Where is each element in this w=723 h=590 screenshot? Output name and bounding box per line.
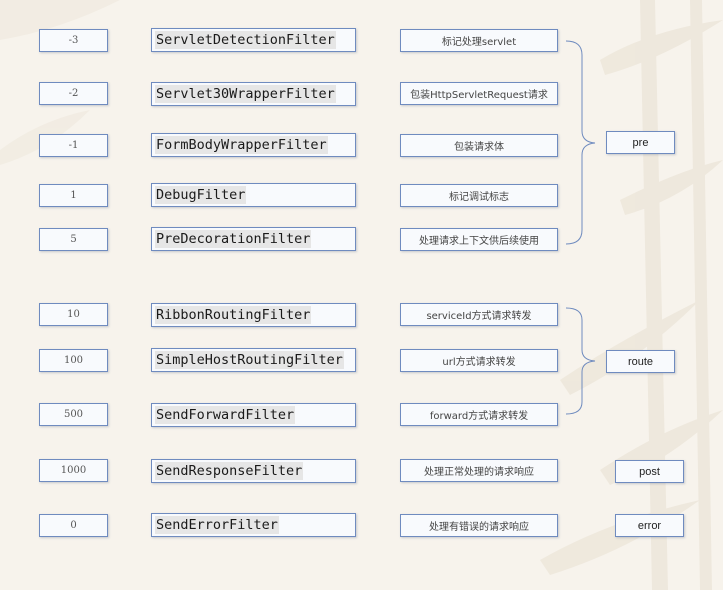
filter-type-error: error xyxy=(615,514,684,537)
filter-type-route: route xyxy=(606,350,675,373)
filter-name: Servlet30WrapperFilter xyxy=(151,82,356,106)
filter-name: SendResponseFilter xyxy=(151,459,356,483)
filter-description: 包装HttpServletRequest请求 xyxy=(400,82,558,105)
filter-name: PreDecorationFilter xyxy=(151,227,356,251)
order-value: -3 xyxy=(39,29,108,52)
filter-type-pre: pre xyxy=(606,131,675,154)
filter-description: 处理请求上下文供后续使用 xyxy=(400,228,558,251)
filter-description: 处理有错误的请求响应 xyxy=(400,514,558,537)
order-value: 1 xyxy=(39,184,108,207)
order-value: 1000 xyxy=(39,459,108,482)
order-value: 5 xyxy=(39,228,108,251)
order-value: 100 xyxy=(39,349,108,372)
order-value: -2 xyxy=(39,82,108,105)
filter-type-post: post xyxy=(615,460,684,483)
filter-description: forward方式请求转发 xyxy=(400,403,558,426)
filter-name: SimpleHostRoutingFilter xyxy=(151,348,356,372)
filter-description: 标记调试标志 xyxy=(400,184,558,207)
filter-description: 包装请求体 xyxy=(400,134,558,157)
filter-name: FormBodyWrapperFilter xyxy=(151,133,356,157)
filter-description: url方式请求转发 xyxy=(400,349,558,372)
filter-name: DebugFilter xyxy=(151,183,356,207)
filter-name: ServletDetectionFilter xyxy=(151,28,356,52)
order-value: 500 xyxy=(39,403,108,426)
filter-description: 标记处理servlet xyxy=(400,29,558,52)
order-value: 10 xyxy=(39,303,108,326)
order-value: 0 xyxy=(39,514,108,537)
filter-name: SendForwardFilter xyxy=(151,403,356,427)
bamboo-background xyxy=(0,0,723,590)
filter-description: serviceId方式请求转发 xyxy=(400,303,558,326)
order-value: -1 xyxy=(39,134,108,157)
filter-name: RibbonRoutingFilter xyxy=(151,303,356,327)
filter-description: 处理正常处理的请求响应 xyxy=(400,459,558,482)
filter-name: SendErrorFilter xyxy=(151,513,356,537)
